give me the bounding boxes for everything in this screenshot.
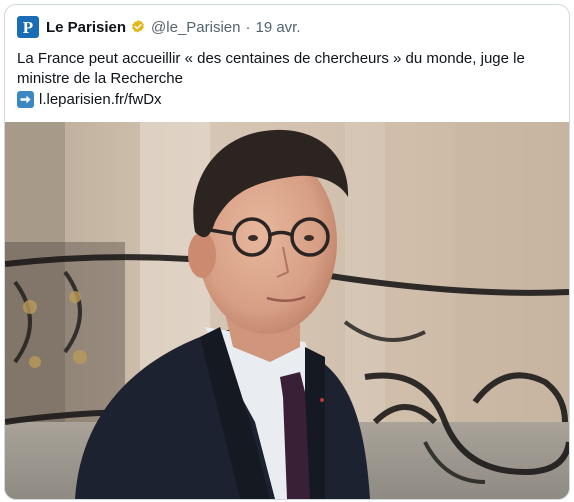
tweet-link[interactable]: l.leparisien.fr/fwDx <box>39 91 162 108</box>
tweet-header: P Le Parisien @le_Parisien · 19 avr. <box>17 16 301 38</box>
account-name[interactable]: Le Parisien <box>46 19 126 36</box>
avatar-letter: P <box>22 17 34 37</box>
verified-badge-icon <box>132 20 144 33</box>
account-avatar[interactable]: P <box>17 16 39 38</box>
tweet-text: La France peut accueillir « des centaine… <box>17 50 525 87</box>
tweet-photo[interactable] <box>5 122 569 499</box>
photo-illustration <box>5 122 569 499</box>
tweet-date[interactable]: 19 avr. <box>255 19 300 36</box>
header-separator: · <box>245 18 251 36</box>
tweet-link-line: l.leparisien.fr/fwDx <box>17 89 162 109</box>
right-arrow-icon <box>17 90 34 108</box>
account-handle[interactable]: @le_Parisien <box>151 19 240 36</box>
tweet-card[interactable]: P Le Parisien @le_Parisien · 19 avr. La … <box>4 4 570 500</box>
